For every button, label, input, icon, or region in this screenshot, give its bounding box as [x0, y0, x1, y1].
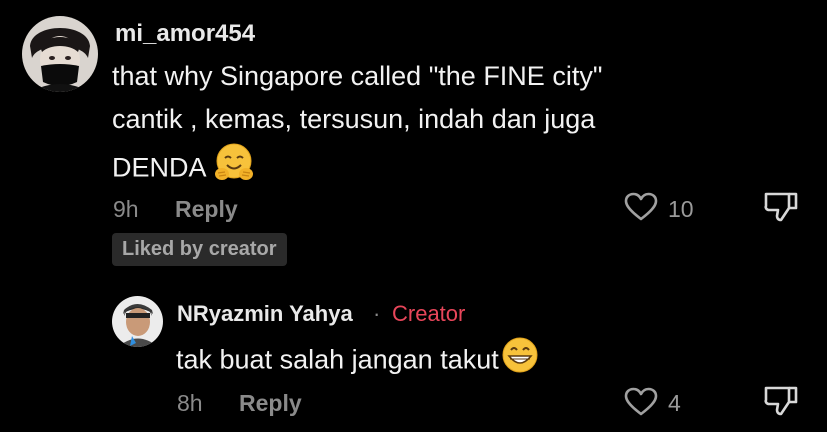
heart-outline-icon	[624, 192, 658, 221]
comment-username[interactable]: mi_amor454	[115, 20, 255, 48]
liked-by-creator-badge: Liked by creator	[112, 233, 287, 266]
hugging-face-emoji-icon	[213, 142, 255, 197]
comment-text-line-3-text: DENDA	[112, 152, 207, 183]
reply-reply-button[interactable]: Reply	[239, 390, 302, 417]
comment-text-line-1: that why Singapore called "the FINE city…	[112, 61, 603, 91]
comment-text-line-2: cantik , kemas, tersusun, indah dan juga	[112, 104, 596, 134]
comment-reply-button[interactable]: Reply	[175, 196, 238, 223]
reply-text: tak buat salah jangan takut	[176, 336, 539, 387]
user-avatar-image	[22, 16, 98, 92]
comment-like-count: 10	[668, 196, 694, 222]
reply-name-separator: ·	[373, 301, 381, 326]
reply-username[interactable]: NRyazmin Yahya	[177, 301, 353, 327]
grinning-face-emoji-icon	[501, 336, 539, 387]
reply-timestamp: 8h	[177, 390, 203, 416]
creator-label: Creator	[392, 301, 466, 326]
reply-like-button[interactable]	[624, 387, 658, 422]
reply-avatar[interactable]	[112, 296, 163, 347]
reply-text-content: tak buat salah jangan takut	[176, 344, 499, 375]
comment-like-button[interactable]	[624, 192, 658, 227]
reply-like-count: 4	[668, 390, 681, 416]
heart-outline-icon	[624, 387, 658, 416]
comment-dislike-button[interactable]	[763, 191, 799, 228]
thumbs-down-icon	[764, 386, 798, 416]
thumbs-down-icon	[764, 192, 798, 222]
comment-timestamp: 9h	[113, 196, 139, 222]
comment-text-line-3: DENDA	[112, 142, 255, 197]
avatar[interactable]	[22, 16, 98, 92]
reply-dislike-button[interactable]	[763, 385, 799, 422]
creator-avatar-image	[112, 296, 163, 347]
